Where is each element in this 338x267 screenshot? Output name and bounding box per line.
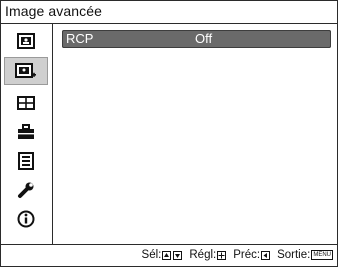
info-icon	[17, 210, 35, 228]
picture-icon	[17, 33, 35, 49]
sidebar-item-picture[interactable]	[4, 28, 48, 54]
sidebar-item-advanced-picture[interactable]	[4, 57, 48, 85]
previous-hint-label: Préc:	[233, 249, 261, 261]
menu-content: RCP Off	[53, 24, 337, 244]
rcp-value: Off	[195, 31, 213, 46]
screen-icon	[17, 96, 35, 110]
wrench-icon	[17, 181, 35, 199]
exit-hint-label: Sortie:	[277, 249, 311, 261]
rcp-setting-row[interactable]: RCP Off	[62, 30, 331, 48]
advanced-picture-menu: Image avancée RCP Off Sél: Régl: Préc: S…	[0, 0, 338, 267]
sidebar-item-screen[interactable]	[4, 90, 48, 116]
menu-settings-icon	[18, 152, 34, 170]
sidebar-item-installation[interactable]	[4, 177, 48, 203]
rcp-label: RCP	[66, 31, 94, 46]
setup-icon	[17, 124, 35, 140]
menu-title: Image avancée	[5, 3, 103, 19]
left-arrow-key-icon	[261, 250, 271, 260]
sidebar-item-information[interactable]	[4, 206, 48, 232]
title-bar: Image avancée	[1, 1, 337, 24]
sidebar-item-setup[interactable]	[4, 119, 48, 145]
advanced-picture-icon	[15, 62, 37, 80]
footer-hints: Sél: Régl: Préc: Sortie: MENU	[1, 244, 337, 267]
menu-sidebar	[1, 24, 53, 244]
up-arrow-key-icon	[162, 250, 172, 260]
select-hint-label: Sél:	[141, 249, 162, 261]
sidebar-item-menu-settings[interactable]	[4, 148, 48, 174]
adjust-hint-label: Régl:	[189, 249, 217, 261]
down-arrow-key-icon	[173, 250, 183, 260]
menu-key-icon: MENU	[311, 250, 333, 260]
enter-key-icon	[217, 250, 227, 260]
